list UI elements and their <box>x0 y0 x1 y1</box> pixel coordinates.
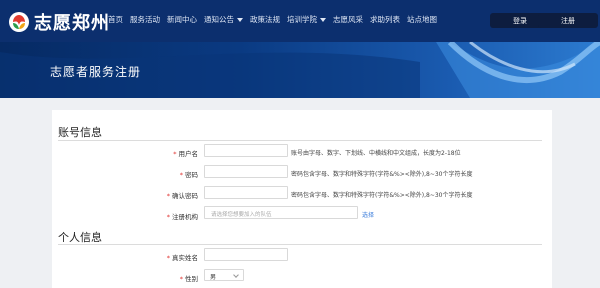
section-divider <box>58 140 542 141</box>
nav-item-label: 服务活动 <box>130 15 160 24</box>
chevron-down-icon <box>233 272 239 278</box>
nav-item-label: 通知公告 <box>204 15 234 24</box>
nav-item[interactable]: 求助列表 <box>370 14 400 25</box>
nav-item-label: 志愿风采 <box>333 15 363 24</box>
nav-item[interactable]: 首页 <box>108 14 123 25</box>
nav-item-label: 政策法规 <box>250 15 280 24</box>
org-placeholder: 请选择您想要加入的队伍 <box>211 212 272 218</box>
nav-item-label: 求助列表 <box>370 15 400 24</box>
nav-item[interactable]: 培训学院 <box>287 14 326 25</box>
nav-item[interactable]: 政策法规 <box>250 14 280 25</box>
username-input[interactable] <box>204 144 288 157</box>
nav-item-label: 首页 <box>108 15 123 24</box>
password-label: * 密码 <box>179 171 198 179</box>
gender-select[interactable]: 男 <box>204 269 244 281</box>
nav-item-label: 新闻中心 <box>167 15 197 24</box>
nav-item[interactable]: 新闻中心 <box>167 14 197 25</box>
username-hint: 账号由字母、数字、下划线、中横线和中文组成，长度为2-18位 <box>291 150 461 157</box>
gender-value: 男 <box>210 274 217 281</box>
personal-section-title: 个人信息 <box>58 231 102 244</box>
org-select-link[interactable]: 选择 <box>362 210 374 219</box>
nav-item[interactable]: 站点地图 <box>407 14 437 25</box>
nav-item-label: 站点地图 <box>407 15 437 24</box>
registration-form-panel <box>52 110 552 288</box>
section-divider <box>58 244 542 245</box>
chevron-down-icon <box>320 17 326 22</box>
org-label: * 注册机构 <box>166 213 198 221</box>
main-nav: 首页 服务活动 新闻中心 通知公告 政策法规 培训学院 志愿风采 求助列表 站点地图 <box>108 14 444 25</box>
password-hint: 密码包含字母、数字和特殊字符(字符&%><除外),8~30个字符长度 <box>291 171 473 178</box>
real-name-input[interactable] <box>204 248 288 261</box>
username-label: * 用户名 <box>173 150 198 158</box>
chevron-down-icon <box>237 17 243 22</box>
password-input[interactable] <box>204 165 288 178</box>
brand-logo[interactable]: 志愿郑州 <box>8 9 110 35</box>
confirm-password-hint: 密码包含字母、数字和特殊字符(字符&%><除外),8~30个字符长度 <box>291 192 473 199</box>
page-title: 志愿者服务注册 <box>50 65 142 79</box>
confirm-password-input[interactable] <box>204 186 288 199</box>
gender-label: * 性别 <box>179 275 198 283</box>
register-button[interactable]: 注册 <box>538 13 598 28</box>
brand-logo-icon <box>9 12 29 32</box>
brand-name: 志愿郑州 <box>34 13 110 34</box>
real-name-label: * 真实姓名 <box>166 254 198 262</box>
org-input[interactable]: 请选择您想要加入的队伍 <box>204 206 358 219</box>
account-section-title: 账号信息 <box>58 126 102 139</box>
nav-item[interactable]: 通知公告 <box>204 14 243 25</box>
nav-item-label: 培训学院 <box>287 15 317 24</box>
nav-item[interactable]: 服务活动 <box>130 14 160 25</box>
confirm-password-label: * 确认密码 <box>166 192 198 200</box>
nav-item[interactable]: 志愿风采 <box>333 14 363 25</box>
